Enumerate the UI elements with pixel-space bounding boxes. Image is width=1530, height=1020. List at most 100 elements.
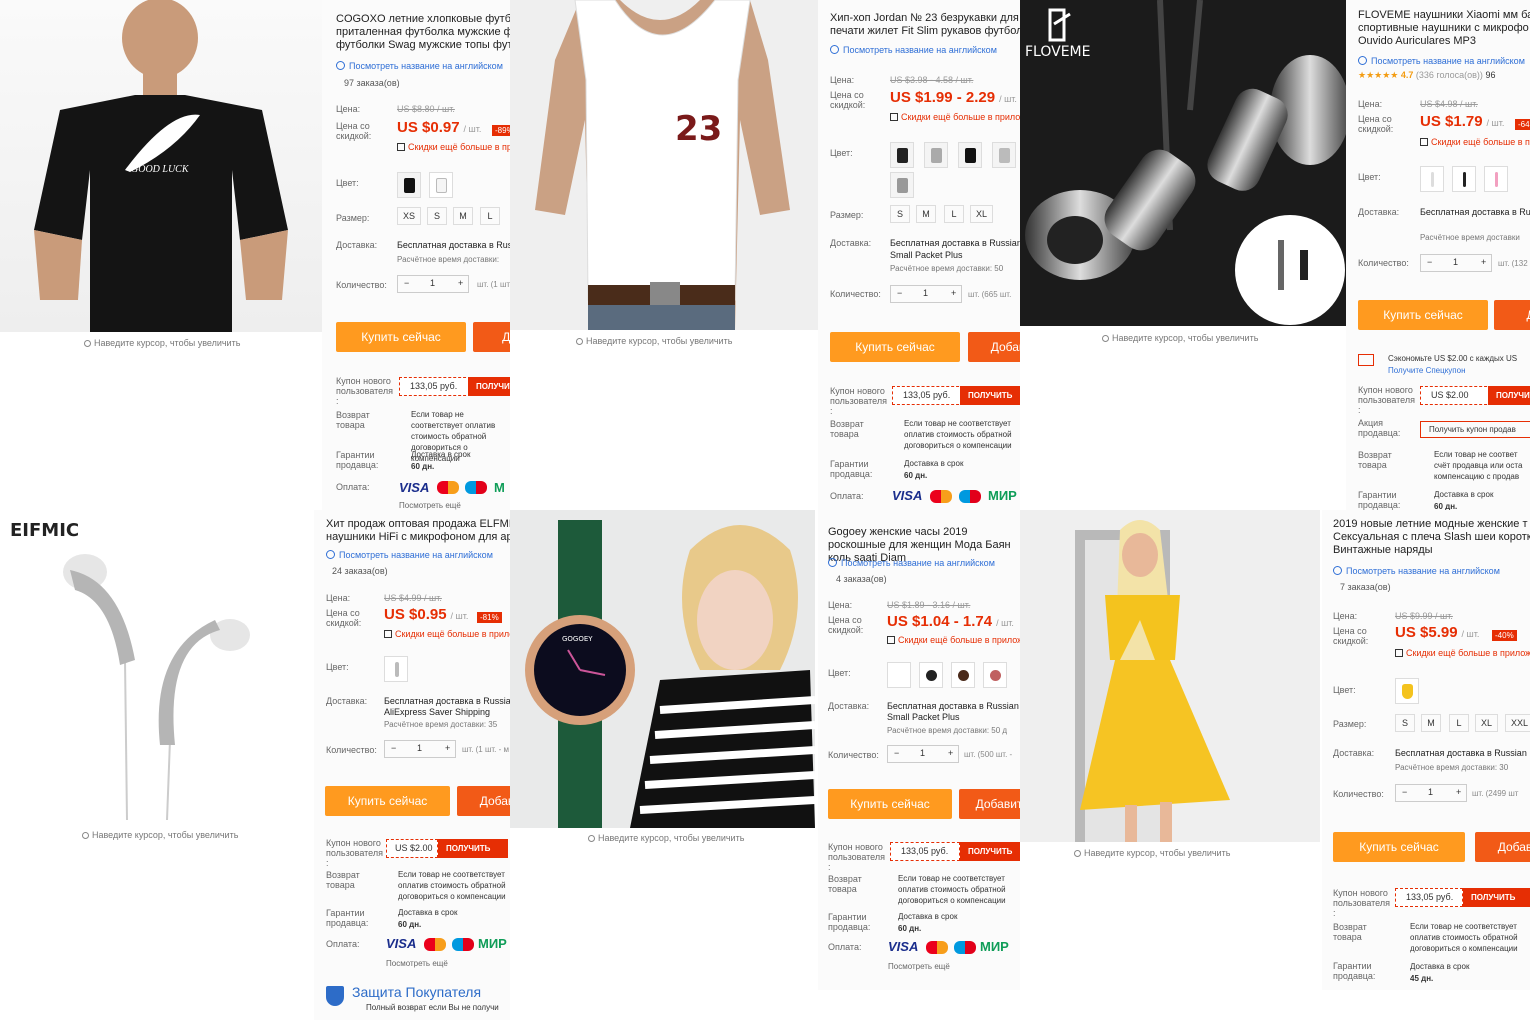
quantity-stepper[interactable]: − 1 +	[1420, 254, 1492, 272]
add-to-cart-button[interactable]: Добав	[968, 332, 1020, 362]
size-option[interactable]: XS	[397, 207, 422, 225]
color-swatch[interactable]	[887, 662, 911, 688]
buy-now-button[interactable]: Купить сейчас	[828, 789, 952, 819]
add-to-cart-button[interactable]: Добавит	[959, 789, 1020, 819]
product-title[interactable]: Хип-хоп Jordan № 23 безрукавки для печат…	[830, 12, 1020, 38]
buy-now-button[interactable]: Купить сейчас	[336, 322, 466, 352]
quantity-value[interactable]: 1	[417, 743, 422, 753]
quantity-stepper[interactable]: − 1 +	[1395, 784, 1467, 802]
buyer-protection-title[interactable]: Защита Покупателя	[352, 984, 481, 1000]
quantity-stepper[interactable]: − 1 +	[887, 745, 959, 763]
translate-link[interactable]: Посмотреть название на английском	[1358, 56, 1525, 66]
promo-coupon-button[interactable]: Получить купон продав	[1420, 421, 1530, 438]
quantity-value[interactable]: 1	[920, 748, 925, 758]
minus-button[interactable]: −	[1427, 257, 1432, 267]
color-swatch[interactable]	[890, 172, 914, 198]
buy-now-button[interactable]: Купить сейчас	[1333, 832, 1465, 862]
minus-button[interactable]: −	[404, 278, 409, 288]
product-image[interactable]: EIFMIC	[0, 510, 310, 828]
size-option[interactable]: M	[453, 207, 473, 225]
product-image[interactable]: GOOD LUCK	[0, 0, 322, 332]
color-swatch[interactable]	[384, 656, 408, 682]
vote-count[interactable]: (336 голоса(ов))	[1416, 70, 1483, 80]
color-swatch-yellow[interactable]	[1395, 678, 1419, 704]
shipping-method[interactable]: Бесплатная доставка в Russian	[397, 240, 510, 250]
get-coupon-button[interactable]: ПОЛУЧИТЬ	[1488, 386, 1530, 405]
color-swatch-white[interactable]	[429, 172, 453, 198]
size-option[interactable]: L	[944, 205, 964, 223]
shipping-service[interactable]: Small Packet Plus	[890, 250, 963, 260]
color-swatch[interactable]	[951, 662, 975, 688]
quantity-stepper[interactable]: − 1 +	[384, 740, 456, 758]
get-coupon-button[interactable]: ПОЛУЧИТЬ	[960, 842, 1020, 861]
app-discount-link[interactable]: Скидки ещё больше в прилож	[397, 142, 510, 152]
color-swatch[interactable]	[1452, 166, 1476, 192]
color-swatch[interactable]	[919, 662, 943, 688]
see-more-link[interactable]: Посмотреть ещё	[888, 962, 950, 971]
color-swatch[interactable]	[983, 662, 1007, 688]
size-option[interactable]: S	[890, 205, 910, 223]
quantity-value[interactable]: 1	[1428, 787, 1433, 797]
add-to-cart-button[interactable]: Добав	[1475, 832, 1530, 862]
shipping-method[interactable]: Бесплатная доставка в Ru	[1420, 207, 1530, 217]
product-title[interactable]: Хит продаж оптовая продажа ELFMIC наушни…	[326, 518, 510, 544]
shipping-method[interactable]: Бесплатная доставка в Russian	[890, 238, 1020, 248]
quantity-stepper[interactable]: − 1 +	[890, 285, 962, 303]
color-swatch-black[interactable]	[397, 172, 421, 198]
quantity-stepper[interactable]: − 1 +	[397, 275, 469, 293]
product-title[interactable]: 2019 новые летние модные женские т Сексу…	[1333, 518, 1530, 557]
shipping-method[interactable]: Бесплатная доставка в Russian	[1395, 748, 1527, 758]
product-image[interactable]: GOGOEY	[510, 510, 815, 828]
color-swatch[interactable]	[992, 142, 1016, 168]
get-coupon-button[interactable]: ПОЛУЧИТЬ	[468, 377, 510, 396]
product-image[interactable]: FLOVEME	[1020, 0, 1346, 326]
translate-link[interactable]: Посмотреть название на английском	[326, 550, 493, 560]
app-discount-link[interactable]: Скидки ещё больше в прилож	[887, 635, 1020, 645]
buy-now-button[interactable]: Купить сейчас	[1358, 300, 1488, 330]
add-to-cart-button[interactable]: До	[1494, 300, 1530, 330]
color-swatch[interactable]	[1420, 166, 1444, 192]
size-option[interactable]: S	[427, 207, 447, 225]
product-title[interactable]: FLOVEME наушники Xiaomi мм ба спортивные…	[1358, 9, 1530, 48]
minus-button[interactable]: −	[391, 743, 396, 753]
product-image[interactable]: 23	[510, 0, 818, 330]
size-option[interactable]: XXL	[1505, 714, 1530, 732]
quantity-value[interactable]: 1	[923, 288, 928, 298]
product-title[interactable]: COGOXO летние хлопковые футбо приталенна…	[336, 13, 510, 52]
color-swatch[interactable]	[890, 142, 914, 168]
translate-link[interactable]: Посмотреть название на английском	[1333, 566, 1500, 576]
color-swatch[interactable]	[1484, 166, 1508, 192]
plus-button[interactable]: +	[1456, 787, 1461, 797]
quantity-value[interactable]: 1	[1453, 257, 1458, 267]
shipping-service[interactable]: AliExpress Saver Shipping	[384, 707, 490, 717]
special-coupon-link[interactable]: Получите Спецкупон	[1388, 365, 1466, 376]
minus-button[interactable]: −	[894, 748, 899, 758]
add-to-cart-button[interactable]: Добав	[457, 786, 510, 816]
buy-now-button[interactable]: Купить сейчас	[325, 786, 450, 816]
shipping-method[interactable]: Бесплатная доставка в Russian	[887, 701, 1019, 711]
color-swatch[interactable]	[958, 142, 982, 168]
add-to-cart-button[interactable]: Доб	[473, 322, 510, 352]
size-option[interactable]: XL	[1475, 714, 1499, 732]
size-option[interactable]: XL	[970, 205, 994, 223]
translate-link[interactable]: Посмотреть название на английском	[828, 558, 995, 568]
size-option[interactable]: L	[1449, 714, 1469, 732]
app-discount-link[interactable]: Скидки ещё больше в прилож	[384, 629, 510, 639]
size-option[interactable]: S	[1395, 714, 1415, 732]
see-more-link[interactable]: Посмотреть ещё	[399, 501, 461, 510]
quantity-value[interactable]: 1	[430, 278, 435, 288]
get-coupon-button[interactable]: ПОЛУЧИТЬ	[1463, 888, 1530, 907]
see-more-link[interactable]: Посмотреть ещё	[386, 959, 448, 968]
minus-button[interactable]: −	[1402, 787, 1407, 797]
shipping-service[interactable]: Small Packet Plus	[887, 712, 960, 722]
plus-button[interactable]: +	[458, 278, 463, 288]
buy-now-button[interactable]: Купить сейчас	[830, 332, 960, 362]
app-discount-link[interactable]: Скидки ещё больше в прилож	[890, 112, 1020, 122]
product-image[interactable]	[1020, 510, 1320, 842]
app-discount-link[interactable]: Скидки ещё больше в прилож	[1420, 137, 1530, 147]
get-coupon-button[interactable]: ПОЛУЧИТЬ	[438, 839, 508, 858]
minus-button[interactable]: −	[897, 288, 902, 298]
app-discount-link[interactable]: Скидки ещё больше в прилож	[1395, 648, 1530, 658]
size-option[interactable]: M	[916, 205, 936, 223]
plus-button[interactable]: +	[1481, 257, 1486, 267]
